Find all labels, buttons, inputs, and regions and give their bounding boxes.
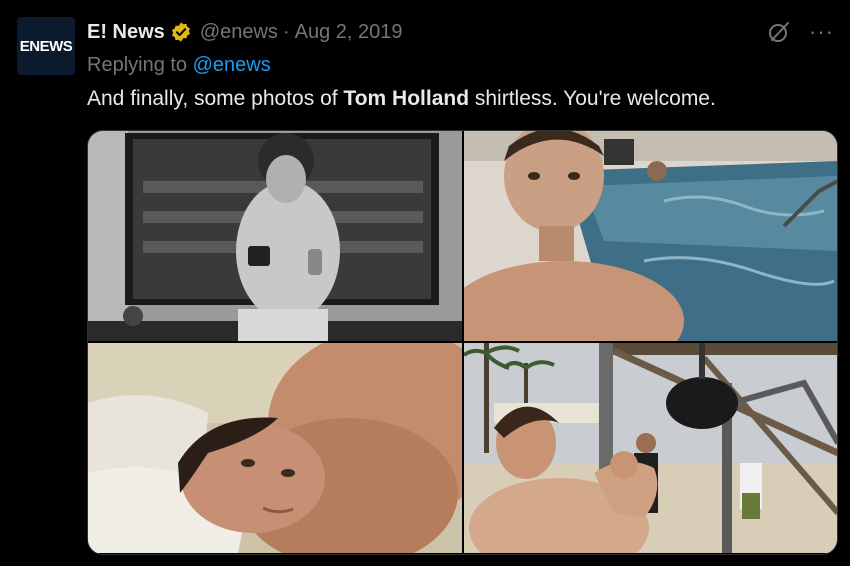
tweet-text-after: shirtless. You're welcome. — [469, 87, 716, 110]
verified-badge-icon — [171, 22, 190, 42]
photo-1[interactable] — [88, 131, 462, 341]
separator-dot: · — [282, 20, 290, 43]
photo-4[interactable] — [464, 343, 837, 553]
avatar[interactable]: ENEWS — [17, 17, 75, 75]
replying-handle-link[interactable]: @enews — [193, 54, 271, 76]
grok-icon[interactable] — [767, 20, 791, 44]
more-icon[interactable]: ··· — [809, 21, 834, 43]
media-grid — [87, 130, 838, 555]
tweet-text: And finally, some photos of Tom Holland … — [87, 87, 716, 111]
tweet-date[interactable]: Aug 2, 2019 — [295, 21, 403, 44]
replying-to: Replying to @enews — [87, 54, 271, 77]
author-handle[interactable]: @enews — [200, 21, 278, 44]
replying-prefix: Replying to — [87, 54, 188, 76]
tweet-text-bold: Tom Holland — [343, 87, 470, 110]
tweet-text-before: And finally, some photos of — [87, 87, 344, 110]
tweet-actions: ··· — [767, 20, 834, 44]
tweet-header: E! News @enews · Aug 2, 2019 — [87, 18, 402, 46]
avatar-logo: ENEWS — [19, 37, 73, 55]
author-name[interactable]: E! News — [87, 21, 165, 44]
photo-3[interactable] — [88, 343, 462, 553]
photo-2[interactable] — [464, 131, 837, 341]
